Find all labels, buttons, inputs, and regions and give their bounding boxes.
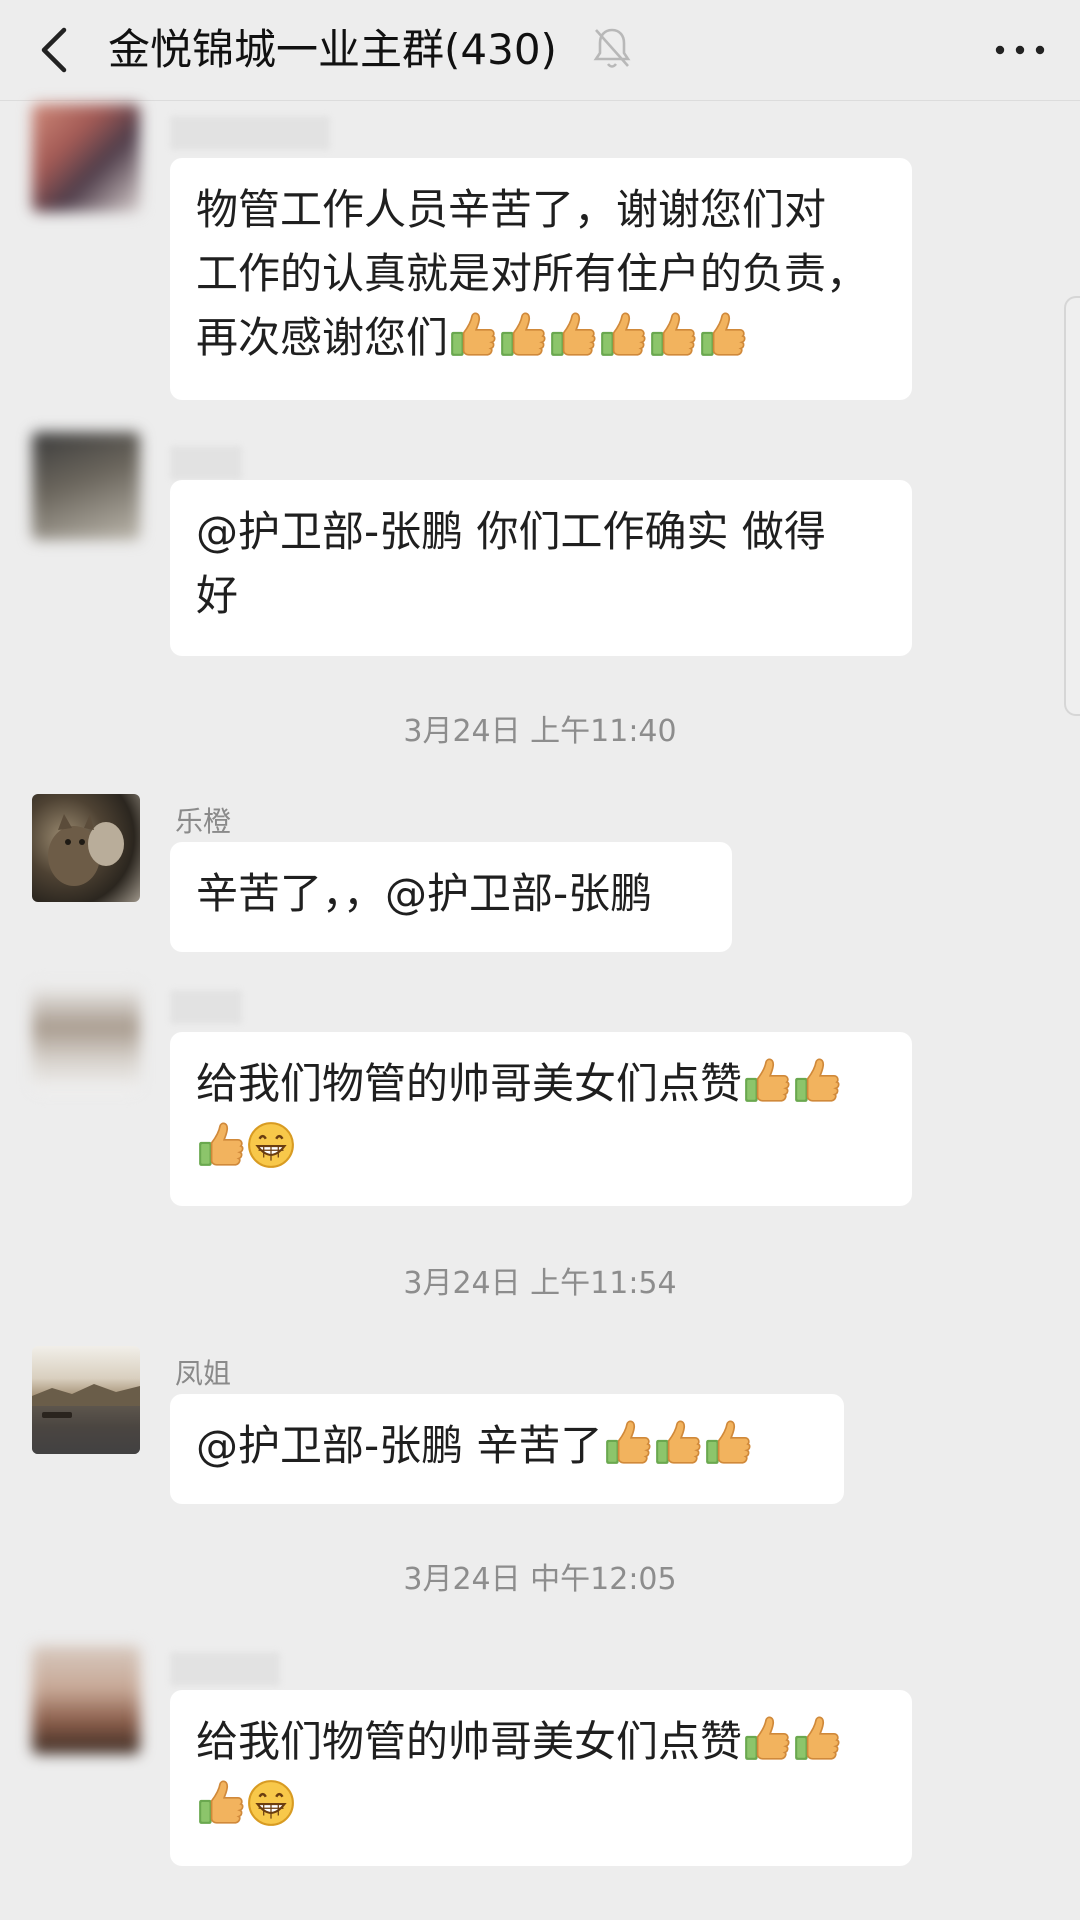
message-text: 好 <box>196 571 239 620</box>
message-bubble[interactable]: 物管工作人员辛苦了，谢谢您们对 工作的认真就是对所有住户的负责， 再次感谢您们 <box>170 158 912 400</box>
message-bubble[interactable]: @护卫部-张鹏 辛苦了 <box>170 1394 844 1504</box>
message-bubble[interactable]: 给我们物管的帅哥美女们点赞 <box>170 1690 912 1866</box>
thumbs-up-icon <box>196 1778 246 1828</box>
message-text-line <box>196 1774 888 1838</box>
emoji-row <box>448 313 748 362</box>
message-text: 物管工作人员辛苦了，谢谢您们对 <box>196 185 827 234</box>
avatar[interactable] <box>32 1646 140 1754</box>
avatar[interactable] <box>32 794 140 902</box>
message-bubble[interactable]: @护卫部-张鹏 你们工作确实 做得 好 <box>170 480 912 656</box>
message-text-line: 给我们物管的帅哥美女们点赞 <box>196 1052 888 1116</box>
cat-photo-icon <box>48 814 124 886</box>
sender-name <box>170 990 242 1024</box>
message-bubble[interactable]: 给我们物管的帅哥美女们点赞 <box>170 1032 912 1206</box>
avatar[interactable] <box>32 984 140 1092</box>
sender-name <box>170 116 330 150</box>
thumbs-up-icon <box>653 1418 703 1468</box>
thumbs-up-icon <box>448 310 498 360</box>
message-bubble[interactable]: 辛苦了，，@护卫部-张鹏 <box>170 842 732 952</box>
sender-name <box>170 446 242 480</box>
scrollbar-thumb[interactable] <box>1064 296 1080 716</box>
landscape-photo-icon <box>32 1384 140 1454</box>
message-text: 辛苦了，，@护卫部-张鹏 <box>196 869 653 918</box>
thumbs-up-icon <box>603 1418 653 1468</box>
avatar[interactable] <box>32 432 140 540</box>
timestamp: 3月24日 中午12:05 <box>403 1562 677 1597</box>
thumbs-up-icon <box>792 1714 842 1764</box>
thumbs-up-icon <box>792 1056 842 1106</box>
avatar[interactable] <box>32 1346 140 1454</box>
message-text-line <box>196 1116 888 1180</box>
thumbs-up-icon <box>598 310 648 360</box>
bell-off-icon <box>593 28 631 68</box>
grin-icon <box>246 1778 296 1828</box>
chat-title: 金悦锦城一业主群(430) <box>108 25 557 74</box>
grin-icon <box>246 1120 296 1170</box>
thumbs-up-icon <box>698 310 748 360</box>
thumbs-up-icon <box>548 310 598 360</box>
thumbs-up-icon <box>742 1056 792 1106</box>
message-text: 工作的认真就是对所有住户的负责， <box>196 249 869 298</box>
sender-name: 凤姐 <box>175 1357 232 1390</box>
thumbs-up-icon <box>498 310 548 360</box>
message-text-line: 给我们物管的帅哥美女们点赞 <box>196 1710 888 1774</box>
sender-name: 乐橙 <box>175 805 232 838</box>
thumbs-up-icon <box>703 1418 753 1468</box>
timestamp: 3月24日 上午11:40 <box>403 714 677 749</box>
sender-name <box>170 1652 280 1686</box>
chevron-left-icon[interactable] <box>30 18 80 82</box>
thumbs-up-icon <box>648 310 698 360</box>
thumbs-up-icon <box>196 1120 246 1170</box>
message-text: @护卫部-张鹏 你们工作确实 做得 <box>196 507 826 556</box>
chat-header: 金悦锦城一业主群(430) <box>0 0 1080 101</box>
timestamp: 3月24日 上午11:54 <box>403 1266 677 1301</box>
thumbs-up-icon <box>742 1714 792 1764</box>
more-options-icon[interactable] <box>988 20 1052 80</box>
message-text-line: @护卫部-张鹏 辛苦了 <box>196 1414 820 1478</box>
avatar[interactable] <box>32 104 140 212</box>
message-text-line: 再次感谢您们 <box>196 306 888 370</box>
